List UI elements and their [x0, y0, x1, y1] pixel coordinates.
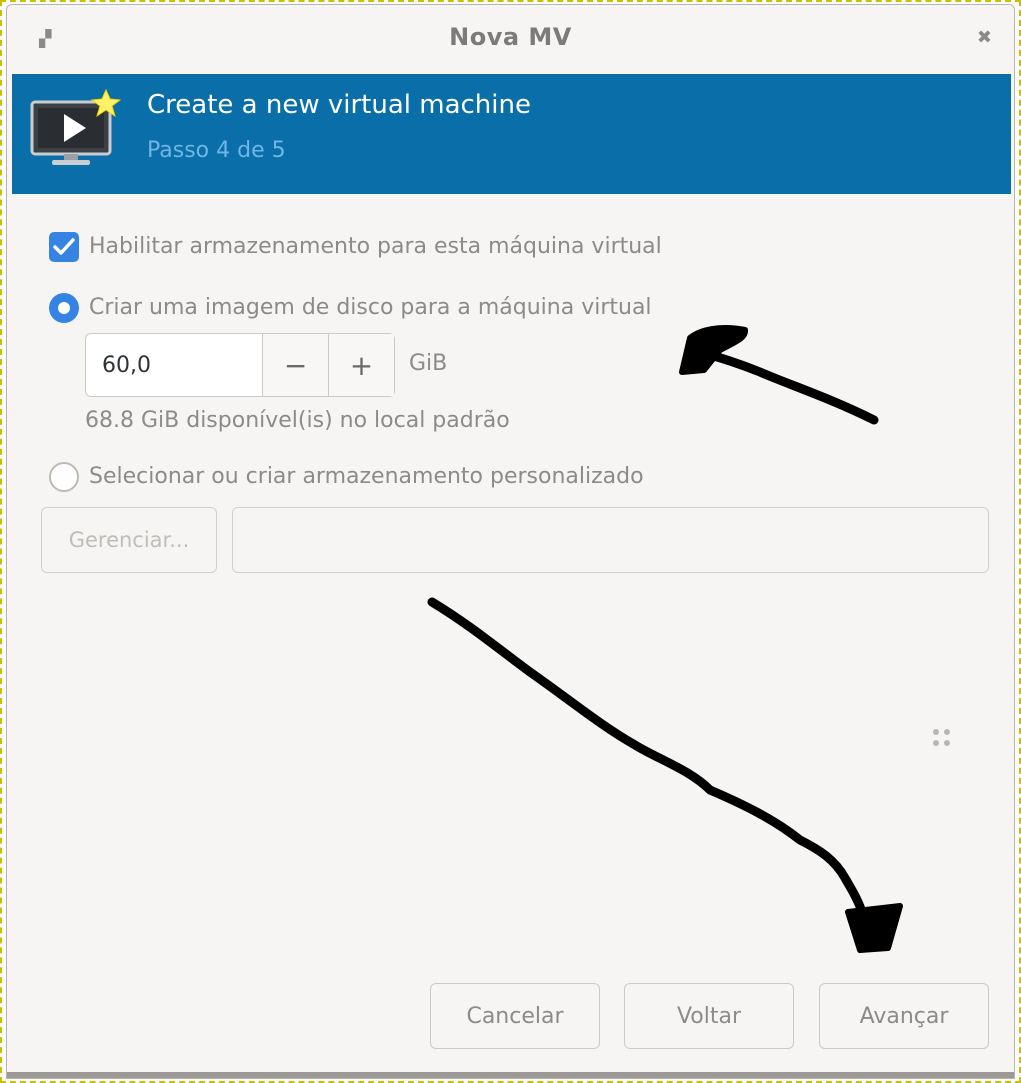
wizard-header: Create a new virtual machine Passo 4 de … — [12, 74, 1011, 194]
new-vm-dialog: ▞ Nova MV ✖ Create a new virtual machine… — [6, 4, 1015, 1079]
enable-storage-checkbox[interactable] — [49, 232, 79, 262]
disk-size-spinner[interactable]: 60,0 − + — [85, 333, 395, 397]
checkmark-icon — [53, 238, 75, 255]
available-space-text: 68.8 GiB disponível(is) no local padrão — [85, 408, 510, 433]
create-disk-image-label[interactable]: Criar uma imagem de disco para a máquina… — [89, 295, 652, 320]
next-button[interactable]: Avançar — [819, 983, 989, 1049]
create-disk-image-radio[interactable] — [49, 293, 79, 323]
manage-button[interactable]: Gerenciar... — [41, 507, 217, 573]
increment-button[interactable]: + — [329, 334, 394, 396]
decrement-button[interactable]: − — [263, 334, 330, 396]
size-unit: GiB — [409, 351, 448, 376]
window-title: Nova MV — [449, 23, 572, 51]
close-icon[interactable]: ✖ — [977, 27, 992, 48]
cancel-button[interactable]: Cancelar — [430, 983, 600, 1049]
title-bar[interactable]: ▞ Nova MV ✖ — [7, 5, 1014, 71]
storage-path-input[interactable] — [232, 507, 989, 573]
wizard-title: Create a new virtual machine — [147, 90, 531, 120]
drag-grip-icon — [933, 729, 950, 746]
custom-storage-label[interactable]: Selecionar ou criar armazenamento person… — [89, 464, 644, 489]
wizard-step: Passo 4 de 5 — [147, 138, 286, 163]
back-button[interactable]: Voltar — [624, 983, 794, 1049]
vm-monitor-icon — [30, 88, 122, 165]
custom-storage-radio[interactable] — [49, 462, 79, 492]
disk-size-input[interactable]: 60,0 — [86, 334, 264, 396]
window-bottom-edge — [7, 1072, 1014, 1078]
enable-storage-label[interactable]: Habilitar armazenamento para esta máquin… — [89, 234, 662, 259]
